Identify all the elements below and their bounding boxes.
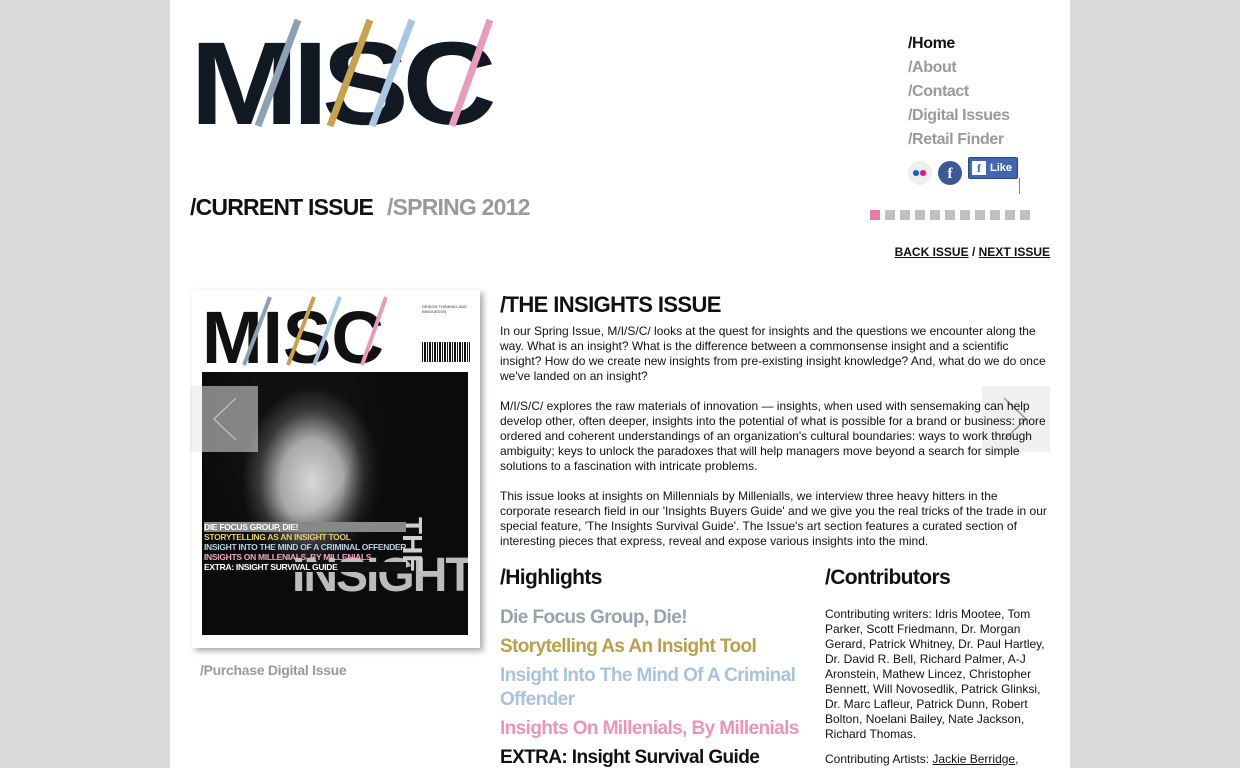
nav-digital-issues[interactable]: /Digital Issues [908, 104, 1010, 128]
issue-nav-separator: / [971, 245, 976, 259]
facebook-icon[interactable]: f [938, 161, 962, 185]
issue-heading: /CURRENT ISSUE/SPRING 2012 [190, 194, 530, 221]
misc-logo[interactable]: MISC [190, 18, 495, 128]
highlight-link[interactable]: Die Focus Group, Die! [500, 606, 800, 630]
previous-arrow-button[interactable] [190, 386, 258, 452]
pager-dot[interactable] [900, 210, 910, 220]
logo-text: MISC [190, 18, 493, 128]
pager-dot[interactable] [960, 210, 970, 220]
nav-about[interactable]: /About [908, 56, 1010, 80]
pager-dot[interactable] [915, 210, 925, 220]
article-paragraph: This issue looks at insights on Millenni… [500, 489, 1047, 548]
article-paragraph: In our Spring Issue, M/I/S/C/ looks at t… [500, 324, 1046, 383]
cover-headline: STORYTELLING AS AN INSIGHT TOOL [204, 532, 351, 542]
highlight-link[interactable]: Insights On Millenials, By Millenials [500, 717, 800, 741]
issue-season: /SPRING 2012 [387, 194, 530, 220]
issue-pager [870, 210, 1030, 220]
highlights-list: Die Focus Group, Die! Storytelling As An… [500, 606, 800, 768]
pager-dot[interactable] [885, 210, 895, 220]
artists-suffix: , [1015, 752, 1019, 766]
article-paragraph: M/I/S/C/ explores the raw materials of i… [500, 399, 1046, 473]
social-links: f f Like [908, 157, 1019, 186]
cover-headline: INSIGHTS ON MILLENIALS, BY MILLENIALS [204, 552, 372, 562]
pager-dot[interactable] [870, 210, 880, 220]
flickr-icon[interactable] [908, 161, 932, 185]
back-issue-link[interactable]: BACK ISSUE [895, 245, 969, 259]
cover-headline: INSIGHT INTO THE MIND OF A CRIMINAL OFFE… [204, 542, 407, 552]
article-title: /THE INSIGHTS ISSUE [500, 292, 721, 317]
artists-prefix: Contributing Artists: [825, 752, 933, 766]
cover-logo: MISC [202, 296, 387, 367]
purchase-digital-issue-link[interactable]: /Purchase Digital Issue [200, 662, 347, 678]
facebook-like-button[interactable]: f Like [968, 157, 1019, 179]
highlight-link[interactable]: Insight Into The Mind Of A Criminal Offe… [500, 664, 800, 712]
cover-side-text: DESIGN THINKING AND INNOVATION [422, 304, 467, 314]
cover-headline-list: DIE FOCUS GROUP, DIE! STORYTELLING AS AN… [204, 522, 406, 572]
contributing-writers: Contributing writers: Idris Mootee, Tom … [825, 607, 1045, 741]
issue-navigation: BACK ISSUE / NEXT ISSUE [895, 245, 1050, 259]
highlight-link[interactable]: Storytelling As An Insight Tool [500, 635, 800, 659]
pager-dot[interactable] [1005, 210, 1015, 220]
contributors-title: /Contributors [825, 566, 951, 589]
highlights-title: /Highlights [500, 566, 602, 589]
highlight-link[interactable]: EXTRA: Insight Survival Guide [500, 746, 800, 768]
main-nav: /Home /About /Contact /Digital Issues /R… [908, 32, 1010, 152]
pager-dot[interactable] [975, 210, 985, 220]
nav-home[interactable]: /Home [908, 32, 1010, 56]
current-issue-label: /CURRENT ISSUE [190, 194, 374, 220]
cover-headline: EXTRA: INSIGHT SURVIVAL GUIDE [204, 562, 407, 572]
article-body: In our Spring Issue, M/I/S/C/ looks at t… [500, 324, 1050, 564]
contributing-artists: Contributing Artists: Jackie Berridge, [825, 752, 1055, 767]
pager-dot[interactable] [930, 210, 940, 220]
facebook-f-icon: f [972, 161, 986, 175]
chevron-left-icon [212, 397, 237, 441]
page-container: MISC /Home /About /Contact /Digital Issu… [170, 0, 1070, 768]
pager-dot[interactable] [1020, 210, 1030, 220]
next-issue-link[interactable]: NEXT ISSUE [979, 245, 1050, 259]
nav-retail-finder[interactable]: /Retail Finder [908, 128, 1010, 152]
pager-dot[interactable] [990, 210, 1000, 220]
pager-dot[interactable] [945, 210, 955, 220]
artist-link[interactable]: Jackie Berridge [932, 752, 1015, 766]
magazine-cover[interactable]: MISC DESIGN THINKING AND INNOVATION INSI… [192, 290, 480, 648]
nav-contact[interactable]: /Contact [908, 80, 1010, 104]
barcode [422, 342, 470, 362]
cover-headline: DIE FOCUS GROUP, DIE! [204, 522, 407, 532]
like-label: Like [990, 162, 1013, 174]
divider [1019, 178, 1020, 194]
